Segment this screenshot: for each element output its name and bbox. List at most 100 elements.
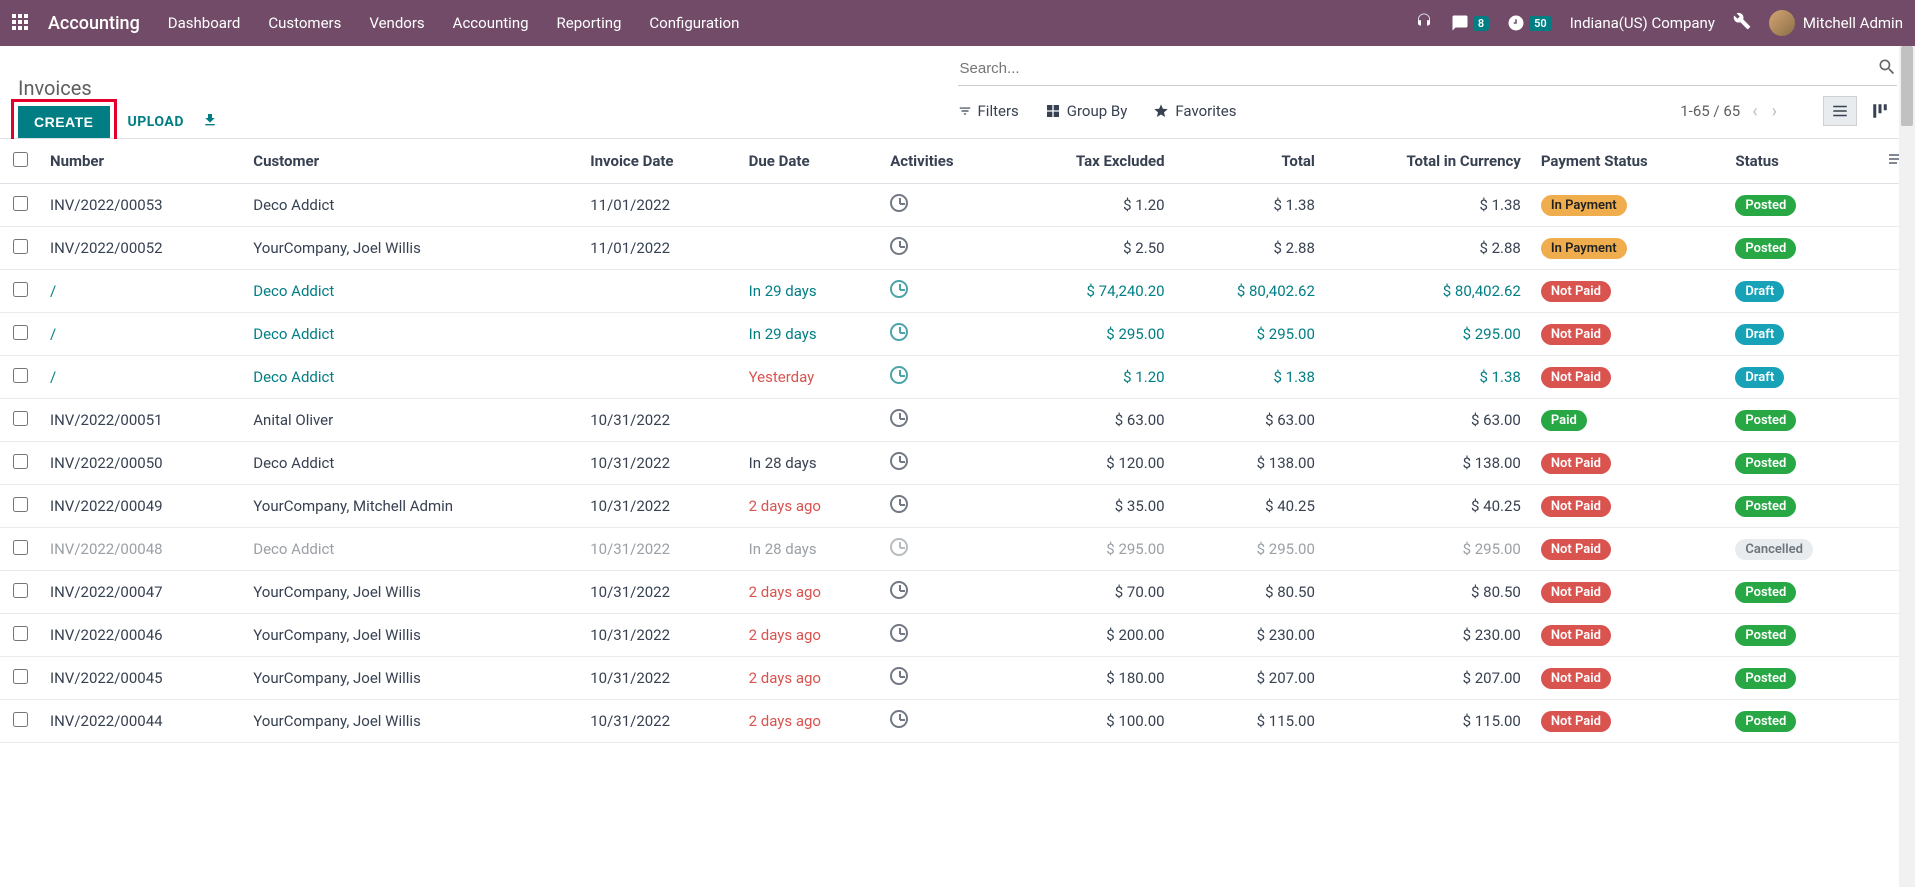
clock-icon[interactable]	[890, 538, 908, 556]
row-checkbox[interactable]	[13, 497, 28, 512]
nav-vendors[interactable]: Vendors	[369, 14, 424, 32]
cell-payment-status: Paid	[1531, 399, 1726, 442]
table-row[interactable]: INV/2022/00053Deco Addict11/01/2022$ 1.2…	[0, 184, 1915, 227]
download-icon[interactable]	[202, 112, 218, 132]
nav-dashboard[interactable]: Dashboard	[168, 14, 241, 32]
cell-activities[interactable]	[880, 399, 1008, 442]
cell-total: $ 230.00	[1175, 614, 1325, 657]
cell-activities[interactable]	[880, 442, 1008, 485]
table-row[interactable]: INV/2022/00047YourCompany, Joel Willis10…	[0, 571, 1915, 614]
list-view-button[interactable]	[1823, 96, 1857, 126]
table-row[interactable]: /Deco AddictYesterday$ 1.20$ 1.38$ 1.38N…	[0, 356, 1915, 399]
invoice-list[interactable]: Number Customer Invoice Date Due Date Ac…	[0, 139, 1915, 876]
clock-icon[interactable]	[890, 237, 908, 255]
clock-icon[interactable]	[890, 280, 908, 298]
favorites-button[interactable]: Favorites	[1153, 102, 1236, 120]
cell-activities[interactable]	[880, 614, 1008, 657]
nav-configuration[interactable]: Configuration	[649, 14, 739, 32]
apps-menu-icon[interactable]	[12, 14, 30, 32]
row-checkbox[interactable]	[13, 368, 28, 383]
cell-activities[interactable]	[880, 700, 1008, 743]
row-checkbox[interactable]	[13, 626, 28, 641]
debug-icon[interactable]	[1733, 12, 1751, 34]
table-row[interactable]: INV/2022/00045YourCompany, Joel Willis10…	[0, 657, 1915, 700]
filters-button[interactable]: Filters	[958, 102, 1019, 120]
row-checkbox[interactable]	[13, 411, 28, 426]
row-checkbox[interactable]	[13, 282, 28, 297]
payment-status-badge: Not Paid	[1541, 668, 1611, 689]
clock-icon[interactable]	[890, 452, 908, 470]
cell-activities[interactable]	[880, 313, 1008, 356]
nav-accounting[interactable]: Accounting	[453, 14, 529, 32]
clock-icon[interactable]	[890, 366, 908, 384]
cell-activities[interactable]	[880, 184, 1008, 227]
clock-icon[interactable]	[890, 409, 908, 427]
table-row[interactable]: INV/2022/00044YourCompany, Joel Willis10…	[0, 700, 1915, 743]
company-switcher[interactable]: Indiana(US) Company	[1570, 14, 1715, 32]
row-checkbox[interactable]	[13, 669, 28, 684]
kanban-view-button[interactable]	[1863, 96, 1897, 126]
search-input[interactable]	[958, 56, 1878, 81]
row-checkbox[interactable]	[13, 239, 28, 254]
cell-activities[interactable]	[880, 528, 1008, 571]
table-row[interactable]: INV/2022/00046YourCompany, Joel Willis10…	[0, 614, 1915, 657]
table-row[interactable]: /Deco AddictIn 29 days$ 74,240.20$ 80,40…	[0, 270, 1915, 313]
clock-icon[interactable]	[890, 581, 908, 599]
group-by-button[interactable]: Group By	[1045, 102, 1128, 120]
cell-activities[interactable]	[880, 571, 1008, 614]
select-all-checkbox[interactable]	[13, 152, 28, 167]
vertical-scrollbar[interactable]	[1899, 46, 1915, 887]
cell-activities[interactable]	[880, 657, 1008, 700]
pager-text[interactable]: 1-65 / 65	[1680, 102, 1740, 120]
table-row[interactable]: /Deco AddictIn 29 days$ 295.00$ 295.00$ …	[0, 313, 1915, 356]
nav-reporting[interactable]: Reporting	[557, 14, 622, 32]
clock-icon[interactable]	[890, 667, 908, 685]
col-number[interactable]: Number	[40, 139, 243, 184]
scrollbar-thumb[interactable]	[1901, 46, 1913, 126]
col-total-currency[interactable]: Total in Currency	[1325, 139, 1531, 184]
nav-customers[interactable]: Customers	[268, 14, 341, 32]
activities-button[interactable]: 50	[1507, 14, 1552, 32]
cell-total: $ 40.25	[1175, 485, 1325, 528]
upload-button[interactable]: UPLOAD	[128, 114, 184, 130]
col-status[interactable]: Status	[1725, 139, 1875, 184]
col-due-date[interactable]: Due Date	[739, 139, 881, 184]
table-row[interactable]: INV/2022/00050Deco Addict10/31/2022In 28…	[0, 442, 1915, 485]
row-checkbox[interactable]	[13, 583, 28, 598]
clock-icon[interactable]	[890, 194, 908, 212]
clock-icon[interactable]	[890, 495, 908, 513]
clock-icon[interactable]	[890, 624, 908, 642]
pager-next[interactable]: ›	[1770, 101, 1779, 122]
col-tax-excluded[interactable]: Tax Excluded	[1008, 139, 1175, 184]
search-icon[interactable]	[1877, 57, 1897, 81]
table-row[interactable]: INV/2022/00052YourCompany, Joel Willis11…	[0, 227, 1915, 270]
pager-prev[interactable]: ‹	[1750, 101, 1759, 122]
row-checkbox[interactable]	[13, 196, 28, 211]
row-checkbox[interactable]	[13, 712, 28, 727]
status-badge: Draft	[1735, 281, 1784, 302]
clock-icon[interactable]	[890, 710, 908, 728]
table-row[interactable]: INV/2022/00048Deco Addict10/31/2022In 28…	[0, 528, 1915, 571]
payment-status-badge: Not Paid	[1541, 711, 1611, 732]
app-name[interactable]: Accounting	[48, 13, 140, 34]
cell-activities[interactable]	[880, 485, 1008, 528]
cell-activities[interactable]	[880, 227, 1008, 270]
support-icon[interactable]	[1415, 12, 1433, 34]
messages-button[interactable]: 8	[1451, 14, 1489, 32]
cell-activities[interactable]	[880, 356, 1008, 399]
create-button[interactable]: CREATE	[18, 106, 110, 138]
user-menu[interactable]: Mitchell Admin	[1769, 10, 1903, 36]
clock-icon[interactable]	[890, 323, 908, 341]
table-row[interactable]: INV/2022/00051Anital Oliver10/31/2022$ 6…	[0, 399, 1915, 442]
cell-activities[interactable]	[880, 270, 1008, 313]
col-total[interactable]: Total	[1175, 139, 1325, 184]
row-checkbox[interactable]	[13, 454, 28, 469]
row-checkbox[interactable]	[13, 325, 28, 340]
col-customer[interactable]: Customer	[243, 139, 580, 184]
table-row[interactable]: INV/2022/00049YourCompany, Mitchell Admi…	[0, 485, 1915, 528]
col-payment-status[interactable]: Payment Status	[1531, 139, 1726, 184]
col-activities[interactable]: Activities	[880, 139, 1008, 184]
col-invoice-date[interactable]: Invoice Date	[580, 139, 738, 184]
status-badge: Posted	[1735, 711, 1796, 732]
row-checkbox[interactable]	[13, 540, 28, 555]
